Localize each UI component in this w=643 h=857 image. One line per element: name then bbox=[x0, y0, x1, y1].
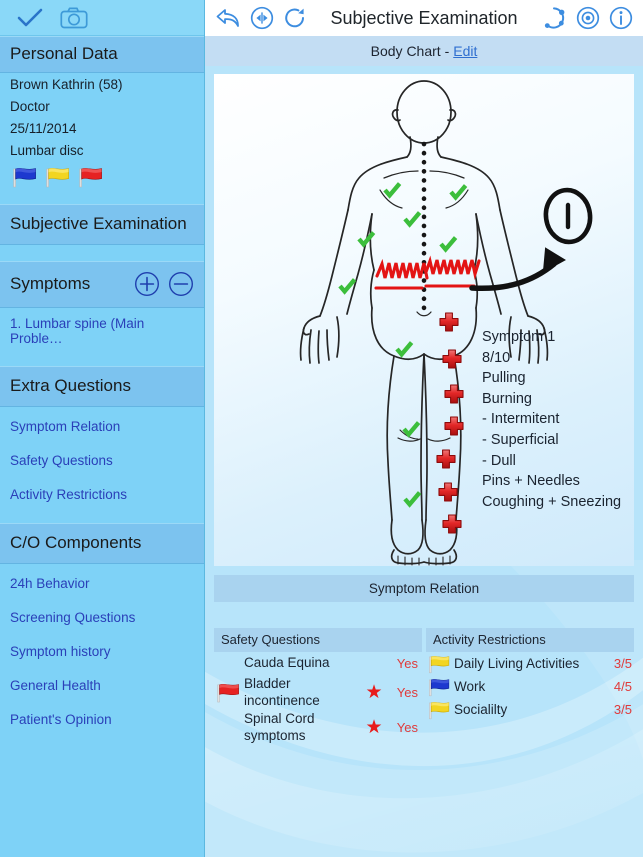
exam-date: 25/11/2014 bbox=[10, 121, 77, 136]
confirm-check-icon[interactable] bbox=[16, 7, 44, 29]
sidebar-item-patients-opinion[interactable]: Patient's Opinion bbox=[0, 701, 204, 735]
red-star-icon: ★ bbox=[365, 682, 383, 703]
lumbar-pain-scribble bbox=[374, 255, 481, 290]
flag-red-icon bbox=[214, 682, 242, 703]
sidebar-toolbar bbox=[0, 0, 204, 36]
patient-name: Brown Kathrin (58) bbox=[10, 77, 123, 92]
sidebar-section-personal-data[interactable]: Personal Data bbox=[0, 36, 204, 73]
symptom-line: Symptom 1 bbox=[482, 329, 556, 345]
table-row[interactable]: Socialilty 3/5 bbox=[426, 698, 634, 721]
section-title: Subjective Examination bbox=[10, 214, 187, 233]
safety-question-label: Cauda Equina bbox=[244, 655, 330, 671]
safety-question-value: Yes bbox=[396, 720, 418, 735]
symptom-line: 8/10 bbox=[482, 349, 511, 366]
bottom-tables: Safety Questions Cauda Equina Yes Bladde… bbox=[214, 628, 634, 745]
sidebar-section-extra-questions: Extra Questions bbox=[0, 366, 204, 407]
flag-yellow-icon bbox=[45, 166, 71, 193]
symptom-description-text: Symptom 1 8/10 Pulling Burning - Intermi… bbox=[482, 327, 621, 512]
activity-label: Work bbox=[454, 679, 486, 694]
remove-symptom-button[interactable] bbox=[168, 271, 194, 297]
sidebar-item-symptom-history[interactable]: Symptom history bbox=[0, 633, 204, 667]
symptom-line: Burning bbox=[482, 390, 532, 407]
table-row[interactable]: Work 4/5 bbox=[426, 675, 634, 698]
page-title: Subjective Examination bbox=[330, 7, 518, 28]
referrer: Doctor bbox=[10, 99, 50, 114]
main-panel: Subjective Examination Body Chart - Edit bbox=[205, 0, 643, 857]
section-title: Extra Questions bbox=[10, 376, 131, 395]
target-record-icon[interactable] bbox=[576, 6, 600, 30]
safety-question-value: Yes bbox=[396, 685, 418, 700]
activity-value: 3/5 bbox=[613, 656, 632, 671]
activity-label: Socialilty bbox=[454, 702, 508, 717]
body-chart-label: Body Chart - bbox=[370, 43, 450, 59]
flag-yellow-icon bbox=[426, 654, 452, 674]
flag-blue-icon bbox=[12, 166, 38, 193]
sidebar-section-co-components: C/O Components bbox=[0, 523, 204, 564]
section-title: Symptoms bbox=[10, 274, 91, 293]
sidebar-item-screening-questions[interactable]: Screening Questions bbox=[0, 599, 204, 633]
flip-horizontal-icon[interactable] bbox=[250, 6, 274, 30]
app-root: Personal Data Brown Kathrin (58) Doctor … bbox=[0, 0, 643, 857]
redo-arrow-icon[interactable] bbox=[283, 6, 307, 30]
sidebar: Personal Data Brown Kathrin (58) Doctor … bbox=[0, 0, 205, 857]
diagnosis: Lumbar disc bbox=[10, 143, 84, 158]
sidebar-item-24h-behavior[interactable]: 24h Behavior bbox=[0, 564, 204, 599]
activity-value: 3/5 bbox=[613, 702, 632, 717]
activity-restrictions-table: Activity Restrictions Daily Living Activ… bbox=[426, 628, 634, 745]
table-row[interactable]: Daily Living Activities 3/5 bbox=[426, 652, 634, 675]
safety-question-label: Bladder incontinence bbox=[244, 676, 320, 708]
camera-icon[interactable] bbox=[60, 7, 88, 29]
table-row[interactable]: Bladder incontinence ★ Yes bbox=[214, 675, 422, 710]
symptom-relation-label: Symptom Relation bbox=[368, 581, 480, 596]
flag-red-icon bbox=[78, 166, 104, 193]
symptom-relation-bar[interactable]: Symptom Relation bbox=[214, 575, 634, 602]
activity-label: Daily Living Activities bbox=[454, 656, 580, 671]
safety-questions-table: Safety Questions Cauda Equina Yes Bladde… bbox=[214, 628, 422, 745]
activity-restrictions-header: Activity Restrictions bbox=[426, 628, 634, 652]
flag-yellow-icon bbox=[426, 700, 452, 720]
symptom-line: Coughing + Sneezing bbox=[482, 493, 622, 510]
flag-blue-icon bbox=[426, 677, 452, 697]
safety-questions-header: Safety Questions bbox=[214, 628, 422, 652]
sidebar-item-symptom-relation[interactable]: Symptom Relation bbox=[0, 407, 204, 442]
safety-question-label: Spinal Cord symptoms bbox=[244, 711, 315, 743]
activity-value: 4/5 bbox=[613, 679, 632, 694]
symptom-line: - Dull bbox=[482, 452, 516, 469]
table-row[interactable]: Cauda Equina Yes bbox=[214, 652, 422, 675]
body-chart-canvas[interactable]: Symptom 1 8/10 Pulling Burning - Intermi… bbox=[214, 74, 634, 566]
main-toolbar: Subjective Examination bbox=[205, 0, 643, 36]
sidebar-section-subjective-examination[interactable]: Subjective Examination bbox=[0, 204, 204, 245]
table-row[interactable]: Spinal Cord symptoms ★ Yes bbox=[214, 710, 422, 745]
safety-question-value: Yes bbox=[396, 656, 418, 671]
section-title: Personal Data bbox=[10, 44, 118, 63]
symptom-line: Pulling bbox=[482, 370, 526, 387]
sidebar-item-safety-questions[interactable]: Safety Questions bbox=[0, 442, 204, 476]
symptom-line: Pins + Needles bbox=[482, 473, 580, 490]
body-chart-subbar: Body Chart - Edit bbox=[205, 36, 643, 66]
info-icon[interactable] bbox=[609, 6, 633, 30]
network-share-icon[interactable] bbox=[541, 5, 567, 31]
undo-arrow-icon[interactable] bbox=[215, 7, 241, 29]
sidebar-item-general-health[interactable]: General Health bbox=[0, 667, 204, 701]
add-symptom-button[interactable] bbox=[134, 271, 160, 297]
symptom-line: - Superficial bbox=[482, 431, 559, 448]
red-star-icon: ★ bbox=[365, 717, 383, 738]
sidebar-section-symptoms: Symptoms bbox=[0, 261, 204, 308]
sidebar-item-symptom-1[interactable]: 1. Lumbar spine (Main Proble… bbox=[0, 308, 204, 354]
sidebar-item-activity-restrictions[interactable]: Activity Restrictions bbox=[0, 476, 204, 510]
symptom-line: - Intermitent bbox=[482, 411, 560, 428]
flags-row bbox=[0, 161, 204, 200]
edit-body-chart-link[interactable]: Edit bbox=[453, 43, 477, 59]
section-title: C/O Components bbox=[10, 533, 142, 552]
